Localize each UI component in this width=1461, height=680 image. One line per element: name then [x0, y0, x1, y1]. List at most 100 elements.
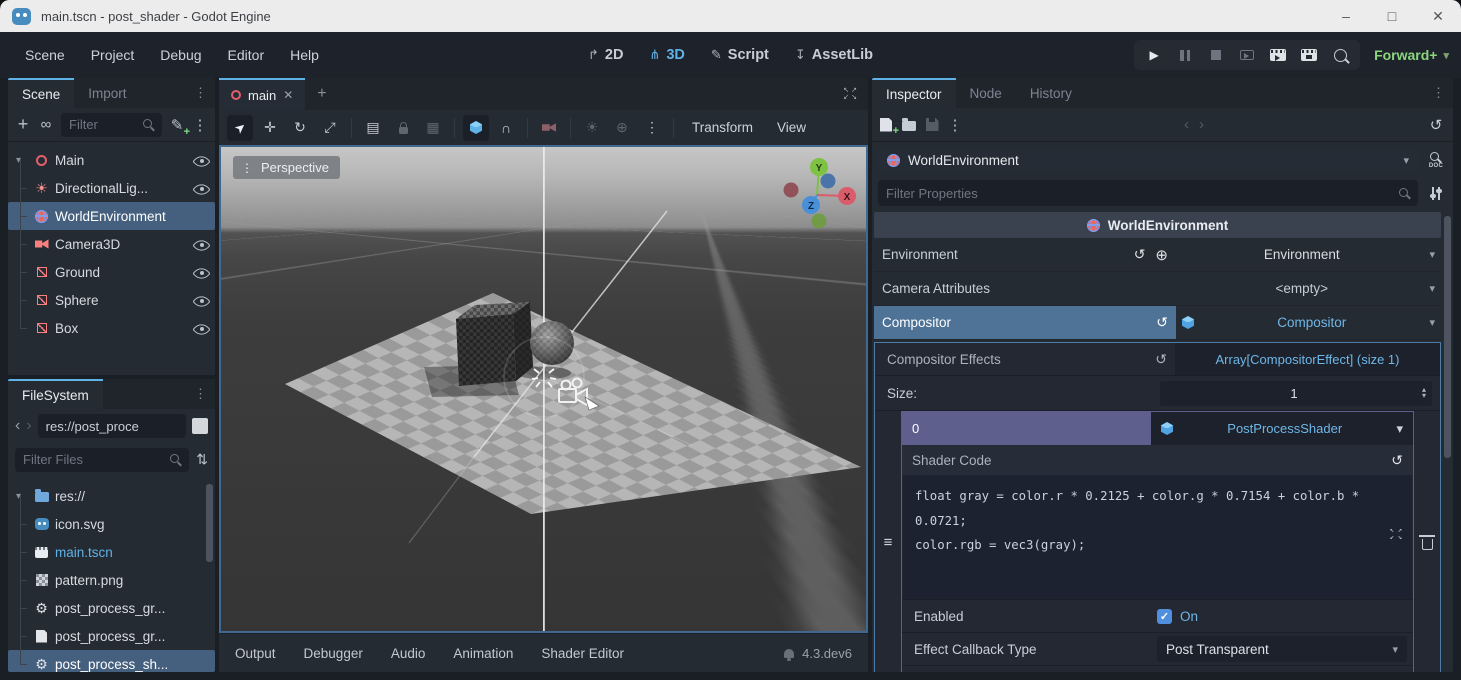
- nav-forward-icon[interactable]: ›: [26, 418, 31, 434]
- minimize-button[interactable]: –: [1323, 0, 1369, 32]
- stop-button[interactable]: [1208, 47, 1224, 63]
- element-resource-dropdown[interactable]: PostProcessShader ▾: [1151, 412, 1413, 445]
- visibility-eye-icon[interactable]: [194, 322, 209, 335]
- scene-node-sphere[interactable]: Sphere: [8, 286, 215, 314]
- camera-attributes-dropdown[interactable]: <empty> ▾: [1176, 272, 1441, 305]
- open-docs-icon[interactable]: DOC: [1425, 152, 1447, 169]
- scene-node-camera3d[interactable]: Camera3D: [8, 230, 215, 258]
- menu-editor[interactable]: Editor: [215, 47, 278, 63]
- load-resource-button[interactable]: [901, 119, 917, 131]
- file-row-root[interactable]: ▾ res://: [8, 482, 215, 510]
- camera-preview-toggle[interactable]: [536, 115, 562, 141]
- play-remote-button[interactable]: [1239, 47, 1255, 63]
- enabled-checkbox[interactable]: ✓: [1157, 609, 1172, 624]
- move-tool-button[interactable]: ✛: [257, 115, 283, 141]
- shader-code-editor[interactable]: float gray = color.r * 0.2125 + color.g …: [903, 475, 1412, 599]
- view-menu[interactable]: View: [767, 120, 816, 135]
- property-filter-input[interactable]: Filter Properties: [878, 180, 1418, 206]
- environment-preview-button[interactable]: ⊕: [609, 115, 635, 141]
- menu-scene[interactable]: Scene: [12, 47, 78, 63]
- revert-icon[interactable]: ↺: [1155, 351, 1167, 368]
- file-row-pattern-png[interactable]: pattern.png: [8, 566, 215, 594]
- bottom-tab-audio[interactable]: Audio: [391, 646, 426, 661]
- bottom-tab-output[interactable]: Output: [235, 646, 276, 661]
- tab-filesystem[interactable]: FileSystem: [8, 379, 103, 409]
- expand-arrow-icon[interactable]: ▾: [16, 155, 28, 166]
- bottom-tab-shader-editor[interactable]: Shader Editor: [541, 646, 624, 661]
- scene-node-box[interactable]: Box: [8, 314, 215, 342]
- revert-icon[interactable]: ↺: [1134, 246, 1146, 263]
- perspective-menu[interactable]: ⋮ Perspective: [233, 156, 340, 179]
- tab-history[interactable]: History: [1016, 78, 1086, 108]
- filesystem-scrollbar[interactable]: [206, 484, 213, 562]
- tab-scene[interactable]: Scene: [8, 78, 74, 108]
- menu-help[interactable]: Help: [277, 47, 332, 63]
- file-row-post-process-1[interactable]: ⚙ post_process_gr...: [8, 594, 215, 622]
- visibility-eye-icon[interactable]: [194, 294, 209, 307]
- sun-preview-button[interactable]: ☀: [579, 115, 605, 141]
- workspace-2d-button[interactable]: ↱2D: [588, 47, 623, 63]
- file-filter-input[interactable]: Filter Files: [15, 448, 189, 472]
- path-field[interactable]: res://post_proce: [38, 414, 186, 438]
- play-scene-button[interactable]: [1270, 47, 1286, 63]
- sort-icon[interactable]: ⇅: [196, 451, 208, 468]
- reorder-handle[interactable]: ≡: [875, 411, 901, 672]
- new-resource-button[interactable]: +: [878, 118, 894, 132]
- renderer-select[interactable]: Forward+ ▾: [1374, 47, 1449, 63]
- scene-node-ground[interactable]: Ground: [8, 258, 215, 286]
- environment-value-dropdown[interactable]: Environment ▾: [1176, 238, 1441, 271]
- save-resource-button[interactable]: [924, 118, 940, 131]
- tab-import[interactable]: Import: [74, 78, 140, 108]
- visibility-eye-icon[interactable]: [194, 182, 209, 195]
- compositor-value-dropdown[interactable]: Compositor ▾: [1176, 306, 1441, 339]
- view-axes-gizmo[interactable]: Y X Z: [784, 158, 857, 229]
- history-forward-icon[interactable]: ›: [1199, 116, 1204, 133]
- scene-node-worldenvironment[interactable]: WorldEnvironment: [8, 202, 215, 230]
- scene-filter-input[interactable]: Filter: [61, 113, 162, 137]
- tab-inspector[interactable]: Inspector: [872, 78, 956, 108]
- array-value-button[interactable]: Array[CompositorEffect] (size 1): [1175, 343, 1440, 375]
- maximize-button[interactable]: □: [1369, 0, 1415, 32]
- visibility-eye-icon[interactable]: [194, 266, 209, 279]
- scene-node-main[interactable]: ▾ Main: [8, 146, 215, 174]
- filesystem-menu-icon[interactable]: ⋮: [186, 379, 215, 409]
- array-size-spinner[interactable]: 1 ▴▾: [1160, 381, 1432, 406]
- group-button[interactable]: ▦: [420, 115, 446, 141]
- file-row-icon-svg[interactable]: icon.svg: [8, 510, 215, 538]
- attach-script-button[interactable]: ✎+: [169, 116, 185, 134]
- expand-code-icon[interactable]: ↖↗↙↘: [1388, 527, 1404, 541]
- menu-debug[interactable]: Debug: [147, 47, 214, 63]
- scene-tab-main[interactable]: main ✕: [219, 78, 305, 110]
- play-button[interactable]: ▶: [1146, 47, 1162, 63]
- notification-bell-icon[interactable]: [784, 649, 794, 658]
- snap-toggle[interactable]: ∩: [493, 115, 519, 141]
- edited-object-select[interactable]: WorldEnvironment ▾: [878, 147, 1418, 173]
- expand-arrow-icon[interactable]: ▾: [16, 491, 28, 502]
- close-tab-icon[interactable]: ✕: [283, 88, 293, 102]
- workspace-assetlib-button[interactable]: ↧AssetLib: [795, 47, 873, 63]
- resource-options-icon[interactable]: ⋮: [947, 116, 963, 134]
- visibility-eye-icon[interactable]: [194, 238, 209, 251]
- bottom-tab-debugger[interactable]: Debugger: [304, 646, 363, 661]
- close-button[interactable]: ✕: [1415, 0, 1461, 32]
- add-node-button[interactable]: +: [15, 114, 31, 135]
- spinner-arrows-icon[interactable]: ▴▾: [1422, 387, 1426, 399]
- visibility-eye-icon[interactable]: [194, 154, 209, 167]
- select-tool-button[interactable]: ➤: [227, 115, 253, 141]
- revert-icon[interactable]: ↺: [1156, 314, 1168, 331]
- delete-element-button[interactable]: [1414, 411, 1440, 672]
- scene-node-directionallight[interactable]: ☀ DirectionalLig...: [8, 174, 215, 202]
- callback-type-dropdown[interactable]: Post Transparent ▾: [1157, 636, 1407, 662]
- scene-tree-menu-icon[interactable]: ⋮: [192, 116, 208, 134]
- play-custom-scene-button[interactable]: [1301, 47, 1317, 63]
- history-back-icon[interactable]: ‹: [1184, 116, 1189, 133]
- distraction-free-icon[interactable]: ↖↗↙↘: [842, 87, 858, 101]
- local-space-toggle[interactable]: [463, 115, 489, 141]
- file-row-post-process-shader[interactable]: ⚙ post_process_sh...: [8, 650, 215, 672]
- workspace-3d-button[interactable]: ⋔3D: [649, 47, 684, 63]
- object-history-icon[interactable]: ↺: [1425, 116, 1447, 134]
- property-tools-icon[interactable]: [1425, 187, 1447, 200]
- file-row-post-process-2[interactable]: post_process_gr...: [8, 622, 215, 650]
- scene-dock-menu-icon[interactable]: ⋮: [186, 78, 215, 108]
- file-row-main-tscn[interactable]: main.tscn: [8, 538, 215, 566]
